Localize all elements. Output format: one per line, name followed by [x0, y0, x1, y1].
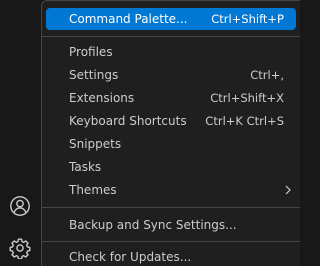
menu-item-keyboard-shortcuts[interactable]: Keyboard Shortcuts Ctrl+K Ctrl+S — [46, 110, 296, 132]
menu-item-keybinding: Ctrl+Shift+P — [211, 12, 284, 26]
menu-item-tasks[interactable]: Tasks — [46, 156, 296, 178]
menu-item-command-palette[interactable]: Command Palette... Ctrl+Shift+P — [46, 8, 296, 30]
menu-item-extensions[interactable]: Extensions Ctrl+Shift+X — [46, 87, 296, 109]
menu-item-backup-sync[interactable]: Backup and Sync Settings... — [46, 214, 296, 236]
menu-item-themes[interactable]: Themes — [46, 179, 296, 201]
menu-item-label: Profiles — [69, 45, 113, 59]
menu-item-label: Settings — [69, 68, 119, 82]
menu-item-label: Keyboard Shortcuts — [69, 114, 187, 128]
menu-item-label: Themes — [69, 183, 117, 197]
activity-bar — [0, 0, 41, 266]
gear-icon[interactable] — [6, 234, 34, 262]
menu-separator — [42, 36, 300, 37]
manage-context-menu: — Command Palette... Ctrl+Shift+P Profil… — [41, 0, 300, 266]
menu-item-label: Command Palette... — [69, 12, 188, 26]
menu-item-profiles[interactable]: Profiles — [46, 41, 296, 63]
menu-separator — [42, 241, 300, 242]
menu-item-keybinding: Ctrl+K Ctrl+S — [205, 114, 284, 128]
menu-item-label: Check for Updates... — [69, 250, 192, 264]
menu-item-label: Tasks — [69, 160, 102, 174]
menu-item-label: Extensions — [69, 91, 135, 105]
menu-separator — [42, 207, 300, 208]
menu-item-snippets[interactable]: Snippets — [46, 133, 296, 155]
menu-item-label: Backup and Sync Settings... — [69, 218, 237, 232]
menu-item-label: Snippets — [69, 137, 122, 151]
chevron-right-icon — [284, 185, 292, 195]
menu-item-keybinding: Ctrl+, — [250, 68, 284, 82]
accounts-icon[interactable] — [6, 192, 34, 220]
menu-scroll-peek: — — [284, 1, 294, 5]
menu-item-check-updates[interactable]: Check for Updates... — [46, 246, 296, 266]
menu-item-settings[interactable]: Settings Ctrl+, — [46, 64, 296, 86]
menu-item-keybinding: Ctrl+Shift+X — [210, 91, 284, 105]
